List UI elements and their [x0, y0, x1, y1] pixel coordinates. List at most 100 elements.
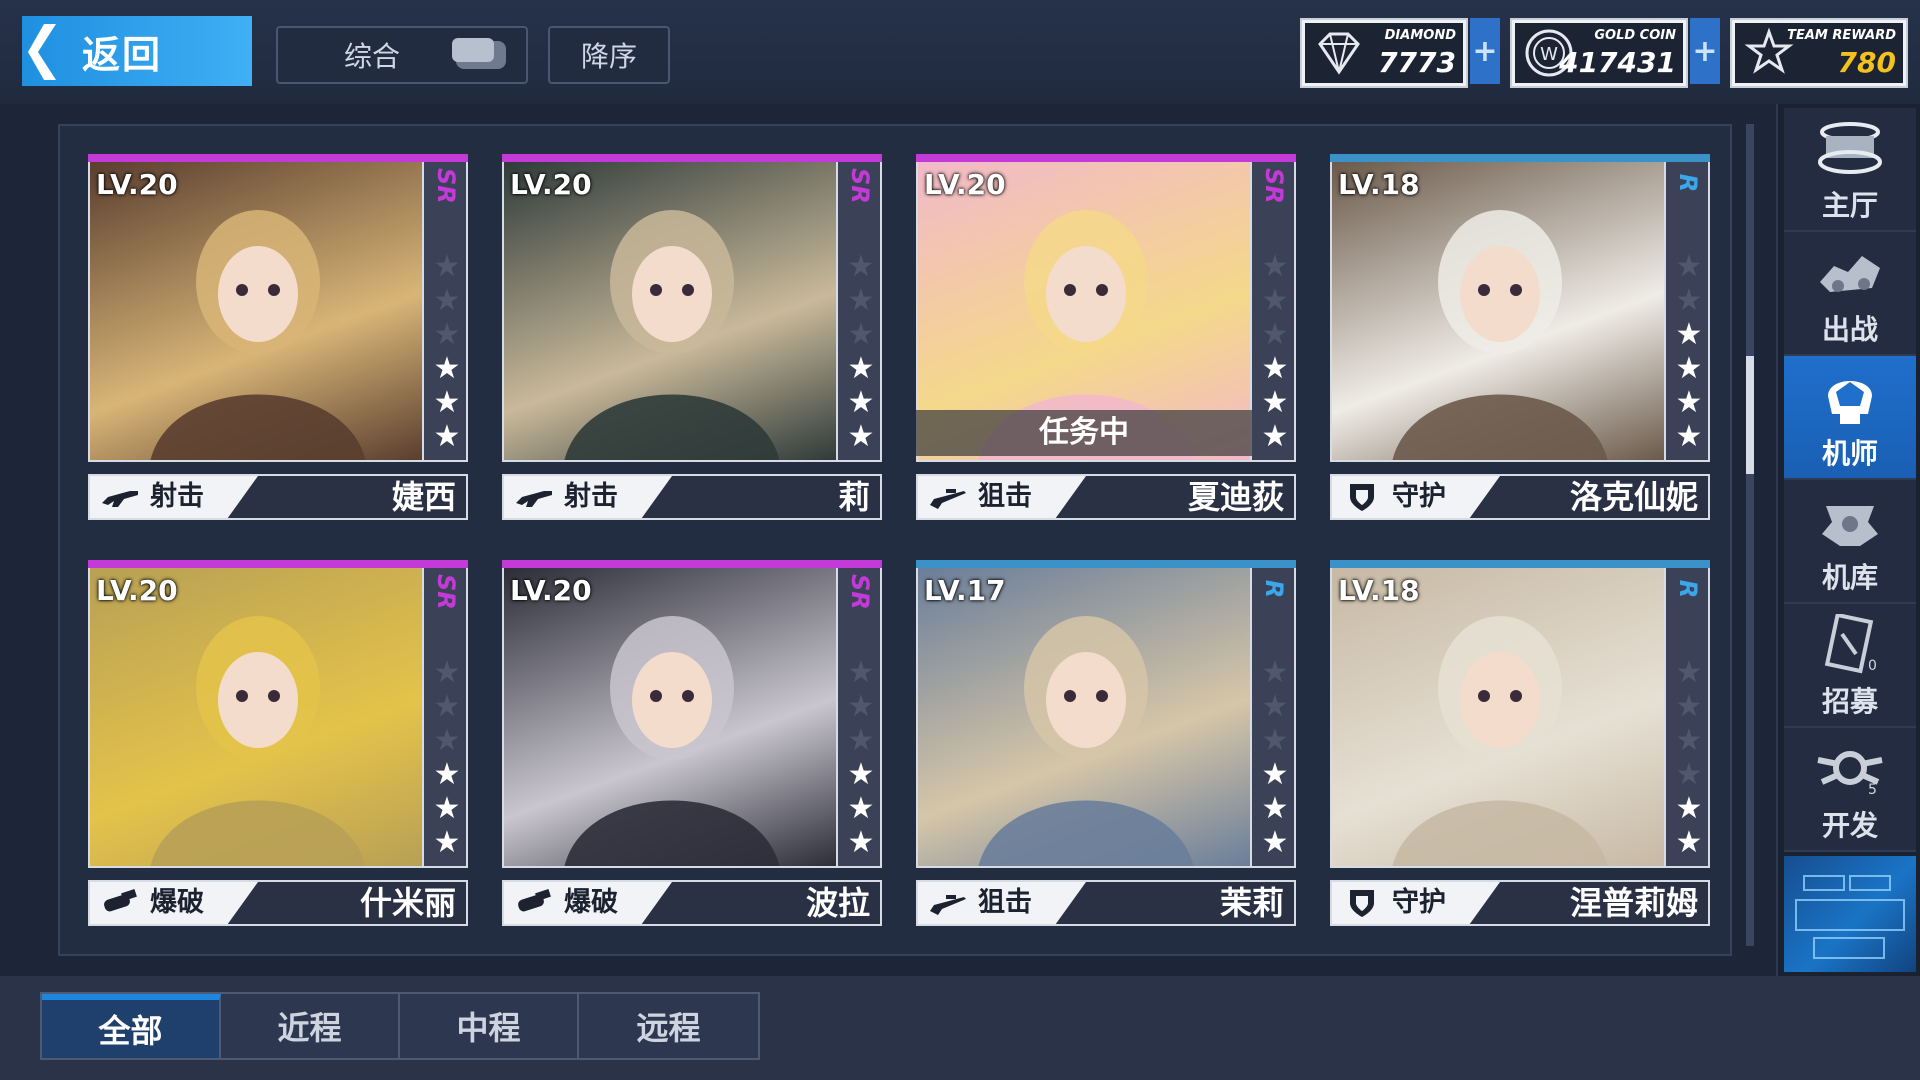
map-thumbnail[interactable] [1784, 856, 1916, 972]
hall-icon [1814, 118, 1886, 182]
star-icon: ★ [433, 317, 461, 352]
star-icon: ★ [433, 419, 461, 454]
pilot-role: 狙击 [978, 481, 1032, 512]
diamond-caption: DIAMOND [1384, 28, 1456, 43]
star-icon: ★ [1261, 689, 1289, 724]
rarity-label: SR [846, 574, 874, 610]
star-icon: ★ [433, 283, 461, 318]
gold-counter: W GOLD COIN 417431 [1510, 18, 1688, 88]
pilot-role: 爆破 [564, 887, 618, 918]
pilot-role: 守护 [1392, 481, 1446, 512]
hangar-icon [1814, 490, 1886, 554]
guardian-icon [1342, 887, 1382, 919]
pilot-icon [1814, 366, 1886, 430]
star-icon: ★ [1675, 385, 1703, 420]
rarity-label: R [1674, 173, 1702, 193]
add-gold-button[interactable]: + [1690, 18, 1720, 84]
pilot-portrait [1330, 568, 1666, 868]
star-icon: ★ [433, 723, 461, 758]
star-icon: ★ [1675, 689, 1703, 724]
scrollbar[interactable] [1746, 124, 1754, 946]
pilot-card[interactable]: LV.18 R ★ ★ ★ ★ ★ ★ 守护 洛克仙妮 [1330, 154, 1710, 526]
rarity-bar [916, 154, 1296, 162]
rarity-label: R [1260, 579, 1288, 599]
diamond-icon [1312, 26, 1366, 80]
back-button[interactable]: 返回 [22, 16, 252, 86]
pilot-card[interactable]: LV.20 SR ★ ★ ★ ★ ★ ★ 射击 婕西 [88, 154, 468, 526]
order-button[interactable]: 降序 [548, 26, 670, 84]
pilot-name: 婕西 [391, 478, 456, 516]
scrollbar-thumb[interactable] [1746, 356, 1754, 474]
range-tabs: 全部 近程 中程 远程 [40, 992, 760, 1060]
team-reward-value: 780 [1837, 46, 1896, 79]
gold-value: 417431 [1559, 46, 1676, 79]
nav-sortie-label: 出战 [1821, 313, 1878, 346]
tab-all[interactable]: 全部 [42, 994, 221, 1058]
pilot-info-bar: 爆破 波拉 [502, 880, 882, 926]
star-icon: ★ [1261, 283, 1289, 318]
star-icon: ★ [847, 689, 875, 724]
plus-icon: + [1472, 33, 1498, 69]
star-icon: ★ [433, 757, 461, 792]
sort-label: 综合 [343, 40, 400, 73]
rarity-bar [88, 560, 468, 568]
star-icon: ★ [847, 723, 875, 758]
team-reward-caption: TEAM REWARD [1787, 28, 1896, 43]
rarity-bar [1330, 560, 1710, 568]
sort-button[interactable]: 综合 [276, 26, 528, 84]
nav-hall[interactable]: 主厅 [1784, 108, 1916, 232]
tab-short-range[interactable]: 近程 [221, 994, 400, 1058]
star-icon: ★ [847, 249, 875, 284]
sniper-icon [928, 887, 968, 919]
nav-pilot[interactable]: 机师 [1784, 356, 1916, 480]
pilot-portrait [916, 568, 1252, 868]
pilot-card[interactable]: LV.18 R ★ ★ ★ ★ ★ ★ 守护 涅普莉姆 [1330, 560, 1710, 932]
star-icon: ★ [1261, 723, 1289, 758]
star-icon: ★ [1675, 757, 1703, 792]
rarity-label: SR [432, 168, 460, 204]
star-icon: ★ [433, 825, 461, 860]
star-icon: ★ [1261, 825, 1289, 860]
rarity-label: R [1674, 579, 1702, 599]
pilot-card[interactable]: LV.20 SR ★ ★ ★ ★ ★ ★ 爆破 什米丽 [88, 560, 468, 932]
rarity-label: SR [1260, 168, 1288, 204]
pilot-card[interactable]: LV.17 R ★ ★ ★ ★ ★ ★ 狙击 茉莉 [916, 560, 1296, 932]
develop-badge: 5 [1868, 782, 1877, 798]
tab-mid-range[interactable]: 中程 [400, 994, 579, 1058]
star-rating: ★ ★ ★ ★ ★ ★ [431, 250, 463, 454]
star-icon: ★ [847, 317, 875, 352]
nav-hangar-label: 机库 [1821, 561, 1878, 594]
shooter-icon [514, 481, 554, 513]
star-icon: ★ [1675, 419, 1703, 454]
pilot-info-bar: 射击 婕西 [88, 474, 468, 520]
pilot-info-bar: 爆破 什米丽 [88, 880, 468, 926]
sniper-icon [928, 481, 968, 513]
pilot-card[interactable]: LV.20 SR ★ ★ ★ ★ ★ ★ 射击莉 [502, 154, 882, 526]
star-icon: ★ [847, 757, 875, 792]
pilot-name: 什米丽 [359, 884, 456, 922]
star-icon: ★ [1261, 791, 1289, 826]
star-icon: ★ [1675, 283, 1703, 318]
star-icon: ★ [847, 791, 875, 826]
nav-hangar[interactable]: 机库 [1784, 480, 1916, 604]
star-rating: ★ ★ ★ ★ ★ ★ [1259, 250, 1291, 454]
nav-recruit[interactable]: 0 招募 [1784, 604, 1916, 728]
mission-status: 任务中 [916, 410, 1252, 456]
pilot-info-bar: 狙击 夏迪荻 [916, 474, 1296, 520]
pilot-info-bar: 守护 洛克仙妮 [1330, 474, 1710, 520]
star-icon: ★ [433, 385, 461, 420]
recruit-badge: 0 [1868, 658, 1877, 674]
pilot-card[interactable]: LV.20 SR ★ ★ ★ ★ ★ ★ 爆破 波拉 [502, 560, 882, 932]
pilot-role: 守护 [1392, 887, 1446, 918]
add-diamond-button[interactable]: + [1470, 18, 1500, 84]
star-icon: ★ [847, 385, 875, 420]
star-icon: ★ [1675, 723, 1703, 758]
pilot-card[interactable]: LV.20 任务中 SR ★ ★ ★ ★ ★ ★ 狙击 夏迪荻 [916, 154, 1296, 526]
sidebar: 主厅 出战 机师 机库 0 招募 5 开发 [1776, 104, 1920, 976]
nav-sortie[interactable]: 出战 [1784, 232, 1916, 356]
nav-develop[interactable]: 5 开发 [1784, 728, 1916, 852]
star-icon: ★ [433, 689, 461, 724]
pilot-level: LV.20 [510, 574, 592, 607]
star-icon: ★ [1261, 757, 1289, 792]
tab-long-range[interactable]: 远程 [579, 994, 758, 1058]
